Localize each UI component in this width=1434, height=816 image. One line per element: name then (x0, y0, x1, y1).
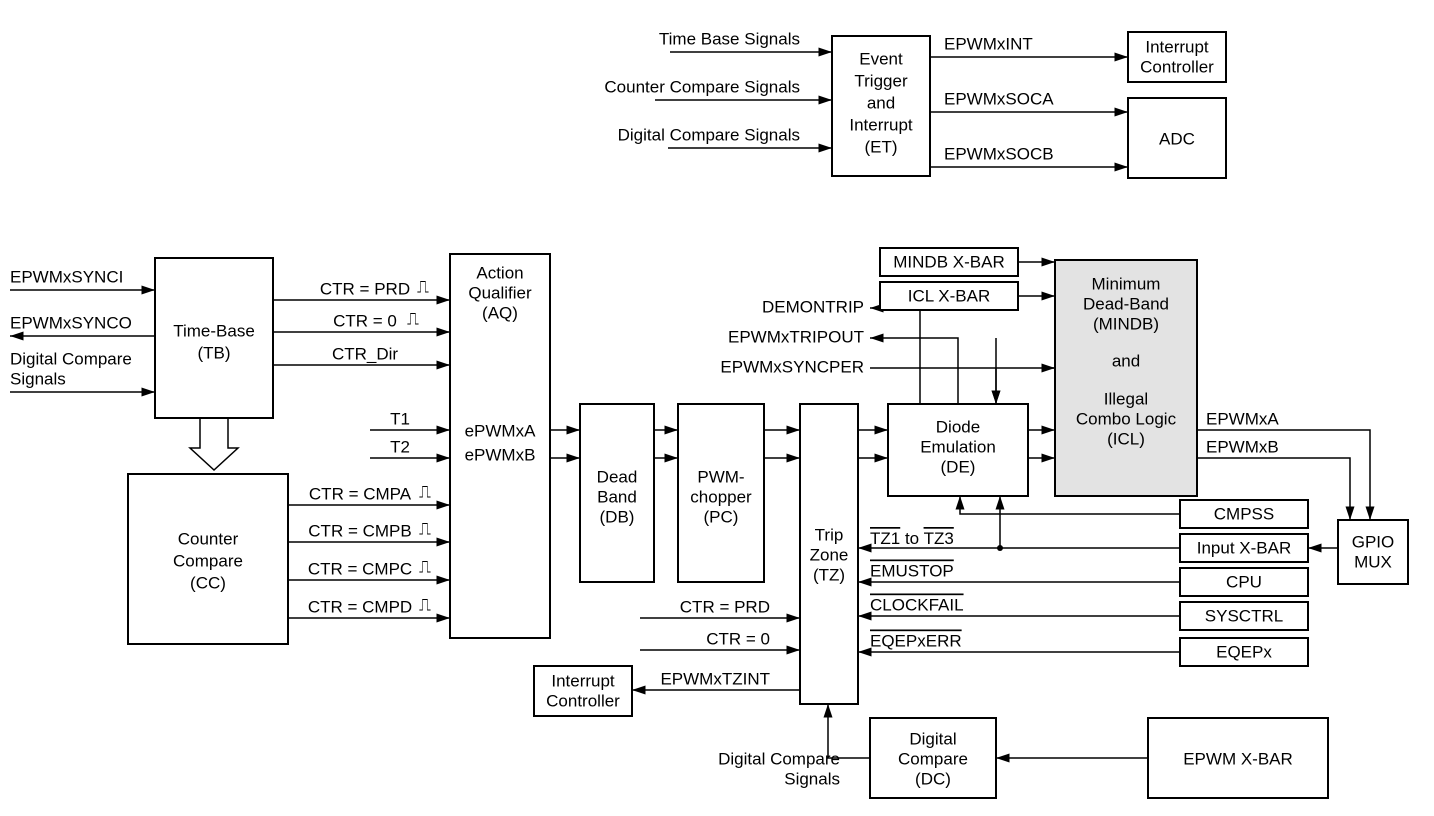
svg-text:chopper: chopper (690, 487, 752, 506)
svg-text:PWM-: PWM- (697, 467, 744, 486)
tz-ctr-prd-label: CTR = PRD (680, 597, 770, 616)
emustop-label: EMUSTOP (870, 561, 954, 580)
svg-text:Emulation: Emulation (920, 437, 996, 456)
svg-text:(PC): (PC) (704, 507, 739, 526)
pulse-icon: ⎍ (407, 309, 419, 328)
ctr-prd-label: CTR = PRD (320, 279, 410, 298)
svg-text:Counter: Counter (178, 529, 239, 548)
svg-text:(DC): (DC) (915, 769, 951, 788)
svg-text:Compare: Compare (173, 551, 243, 570)
eqepxerr-label: EQEPxERR (870, 631, 962, 650)
svg-text:Compare: Compare (898, 749, 968, 768)
epwmxsoca-label: EPWMxSOCA (944, 89, 1054, 108)
svg-text:(TB): (TB) (197, 343, 230, 362)
svg-text:MINDB X-BAR: MINDB X-BAR (893, 252, 1004, 271)
tz3-label: TZ3 (924, 529, 954, 548)
svg-text:(ICL): (ICL) (1107, 429, 1145, 448)
svg-text:ADC: ADC (1159, 129, 1195, 148)
svg-text:Interrupt: Interrupt (1145, 37, 1209, 56)
svg-text:and: and (1112, 351, 1140, 370)
epwmxtripout-label: EPWMxTRIPOUT (728, 327, 864, 346)
svg-text:GPIO: GPIO (1352, 532, 1395, 551)
svg-text:(DB): (DB) (600, 507, 635, 526)
epwmxtzint-label: EPWMxTZINT (660, 669, 770, 688)
svg-text:Trip: Trip (815, 525, 844, 544)
ctr-cmpc-label: CTR = CMPC (308, 559, 412, 578)
svg-text:ICL X-BAR: ICL X-BAR (908, 286, 991, 305)
svg-text:Action: Action (476, 263, 523, 282)
svg-text:Dead: Dead (597, 467, 638, 486)
svg-text:Digital: Digital (909, 729, 956, 748)
svg-text:EQEPx: EQEPx (1216, 642, 1272, 661)
svg-text:Interrupt: Interrupt (551, 671, 615, 690)
out-epwmxb-label: EPWMxB (1206, 437, 1279, 456)
ctr-zero-label: CTR = 0 (333, 311, 397, 330)
dc-signals-bottom-l2: Signals (784, 769, 840, 788)
svg-text:Qualifier: Qualifier (468, 283, 532, 302)
epwmxa-label: ePWMxA (465, 421, 537, 440)
dc-signals-bottom-l1: Digital Compare (718, 749, 840, 768)
et-l5: (ET) (864, 137, 897, 156)
epwmxsynco-label: EPWMxSYNCO (10, 313, 132, 332)
svg-text:SYSCTRL: SYSCTRL (1205, 606, 1283, 625)
dc-left-l1: Digital Compare (10, 349, 132, 368)
tz1-label: TZ1 (870, 529, 900, 548)
ctr-dir-label: CTR_Dir (332, 344, 398, 363)
ctr-cmpd-label: CTR = CMPD (308, 597, 412, 616)
svg-text:Controller: Controller (546, 691, 620, 710)
svg-text:Diode: Diode (936, 417, 980, 436)
ctr-cmpb-label: CTR = CMPB (308, 521, 411, 540)
counter-compare-signals-label: Counter Compare Signals (604, 77, 800, 96)
svg-text:Dead-Band: Dead-Band (1083, 294, 1169, 313)
et-l3: and (867, 93, 895, 112)
svg-text:CPU: CPU (1226, 572, 1262, 591)
svg-text:Controller: Controller (1140, 57, 1214, 76)
timebase-signals-label: Time Base Signals (659, 29, 800, 48)
svg-text:Band: Band (597, 487, 637, 506)
pulse-icon: ⎍ (419, 482, 431, 501)
et-l1: Event (859, 49, 903, 68)
ctr-cmpa-label: CTR = CMPA (309, 484, 412, 503)
svg-text:MUX: MUX (1354, 552, 1392, 571)
svg-text:(AQ): (AQ) (482, 303, 518, 322)
svg-text:(CC): (CC) (190, 573, 226, 592)
svg-text:CMPSS: CMPSS (1214, 504, 1274, 523)
digital-compare-signals-top-label: Digital Compare Signals (618, 125, 800, 144)
epwmxsynci-label: EPWMxSYNCI (10, 267, 123, 286)
svg-text:Time-Base: Time-Base (173, 321, 255, 340)
svg-text:Combo Logic: Combo Logic (1076, 409, 1177, 428)
pulse-icon: ⎍ (419, 519, 431, 538)
epwmxsyncper-label: EPWMxSYNCPER (720, 357, 864, 376)
svg-text:EPWM X-BAR: EPWM X-BAR (1183, 749, 1293, 768)
svg-text:TZ1 to TZ3: TZ1 to TZ3 (870, 529, 954, 548)
svg-text:Minimum: Minimum (1092, 274, 1161, 293)
svg-text:Input X-BAR: Input X-BAR (1197, 538, 1292, 557)
et-l4: Interrupt (849, 115, 913, 134)
pulse-icon: ⎍ (417, 277, 429, 296)
t2-label: T2 (390, 437, 410, 456)
out-epwmxa-label: EPWMxA (1206, 409, 1279, 428)
svg-text:Zone: Zone (810, 545, 849, 564)
svg-text:(MINDB): (MINDB) (1093, 314, 1159, 333)
clockfail-label: CLOCKFAIL (870, 595, 964, 614)
epwm-block-diagram: Event Trigger and Interrupt (ET) Time Ba… (0, 0, 1434, 816)
svg-text:(TZ): (TZ) (813, 565, 845, 584)
epwmxint-label: EPWMxINT (944, 34, 1033, 53)
pulse-icon: ⎍ (419, 557, 431, 576)
et-l2: Trigger (854, 71, 908, 90)
epwmxb-label: ePWMxB (465, 445, 536, 464)
epwmxsocb-label: EPWMxSOCB (944, 144, 1054, 163)
demontrip-label: DEMONTRIP (762, 297, 864, 316)
t1-label: T1 (390, 409, 410, 428)
svg-text:Illegal: Illegal (1104, 389, 1148, 408)
pulse-icon: ⎍ (419, 595, 431, 614)
dc-left-l2: Signals (10, 369, 66, 388)
tz-ctr-zero-label: CTR = 0 (706, 629, 770, 648)
svg-text:(DE): (DE) (941, 457, 976, 476)
